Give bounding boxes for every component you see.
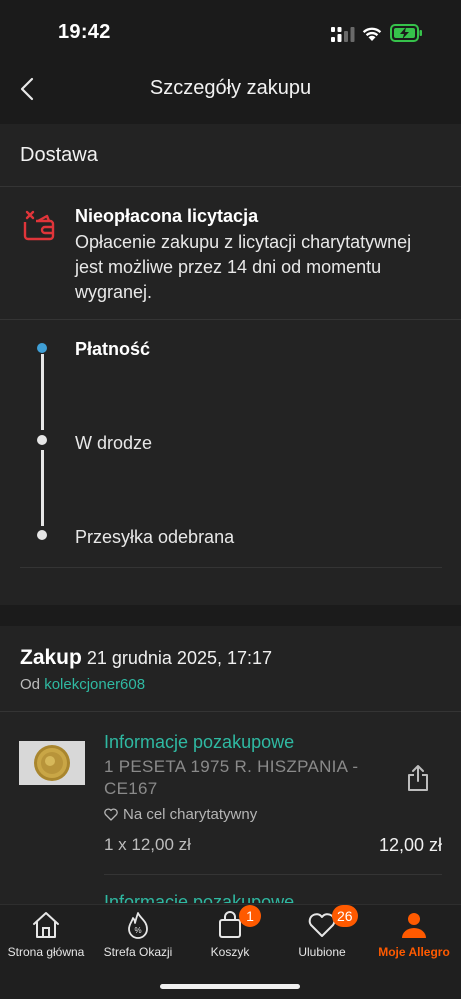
cart-badge: 1: [239, 905, 261, 927]
tab-label: Strona główna: [7, 945, 85, 959]
divider: [0, 186, 461, 187]
charity-label: Na cel charytatywny: [104, 806, 257, 823]
tab-label: Strefa Okazji: [103, 945, 173, 959]
timeline-dot: [37, 530, 47, 540]
favorites-badge: 26: [332, 905, 358, 927]
tab-deals[interactable]: % Strefa Okazji: [92, 905, 184, 975]
product-thumbnail[interactable]: [19, 741, 85, 785]
alert-title: Nieopłacona licytacja: [75, 206, 259, 226]
seller-line: Od kolekcjoner608: [20, 676, 145, 693]
charity-heart-icon: [104, 808, 118, 821]
product-name[interactable]: 1 PESETA 1975 R. HISZPANIA - CE167: [104, 756, 379, 800]
svg-text:%: %: [134, 926, 141, 935]
battery-charging-icon: [390, 24, 422, 42]
item-total: 12,00 zł: [378, 835, 442, 855]
home-icon: [33, 912, 59, 938]
status-time: 19:42: [58, 21, 111, 43]
coin-image: [19, 741, 85, 785]
timeline-step-received: Przesyłka odebrana: [75, 527, 235, 547]
timeline-step-in-transit: W drodze: [75, 433, 153, 453]
purchase-card: Zakup 21 grudnia 2025, 17:17 Od kolekcjo…: [0, 626, 461, 906]
unpaid-wallet-icon: [23, 210, 55, 241]
charity-text: Na cel charytatywny: [123, 806, 258, 823]
page-title: Szczegóły zakupu: [149, 77, 312, 99]
tab-my-allegro[interactable]: Moje Allegro: [368, 905, 460, 975]
tab-home[interactable]: Strona główna: [0, 905, 92, 975]
share-icon[interactable]: [405, 764, 431, 792]
timeline-dot: [37, 435, 47, 445]
delivery-card: Dostawa Nieopłacona licytacja Opłacenie …: [0, 124, 461, 605]
post-purchase-info-link[interactable]: Informacje pozakupowe: [104, 732, 294, 753]
tab-cart[interactable]: 1 Koszyk: [184, 905, 276, 975]
quantity-price: 1 x 12,00 zł: [104, 835, 191, 854]
divider: [0, 711, 461, 712]
purchase-label: Zakup: [20, 646, 82, 669]
navigation-bar: Szczegóły zakupu: [0, 62, 461, 118]
purchase-date: 21 grudnia 2025, 17:17: [86, 648, 273, 668]
seller-prefix: Od: [20, 676, 41, 693]
divider: [20, 567, 442, 568]
next-info-link[interactable]: Informacje pozakupowe: [104, 891, 294, 903]
cellular-signal-icon: [331, 27, 355, 42]
seller-link[interactable]: kolekcjoner608: [44, 676, 145, 693]
deals-flame-icon: %: [128, 912, 148, 939]
tab-label: Koszyk: [210, 945, 250, 959]
timeline-line: [41, 450, 44, 526]
home-indicator: [160, 984, 300, 989]
delivery-section-title: Dostawa: [20, 144, 98, 166]
tab-favorites[interactable]: 26 Ulubione: [276, 905, 368, 975]
timeline-step-payment: Płatność: [75, 339, 151, 359]
purchase-header: Zakup 21 grudnia 2025, 17:17: [20, 646, 272, 670]
status-bar: 19:42: [0, 0, 461, 62]
tab-label: Moje Allegro: [378, 945, 450, 959]
user-icon: [402, 913, 426, 938]
wifi-icon: [362, 27, 382, 41]
divider: [104, 874, 442, 875]
timeline-dot-active: [37, 343, 47, 353]
tab-label: Ulubione: [298, 945, 346, 959]
divider: [0, 319, 461, 320]
timeline-line: [41, 354, 44, 430]
alert-text: Opłacenie zakupu z licytacji charytatywn…: [75, 232, 412, 302]
